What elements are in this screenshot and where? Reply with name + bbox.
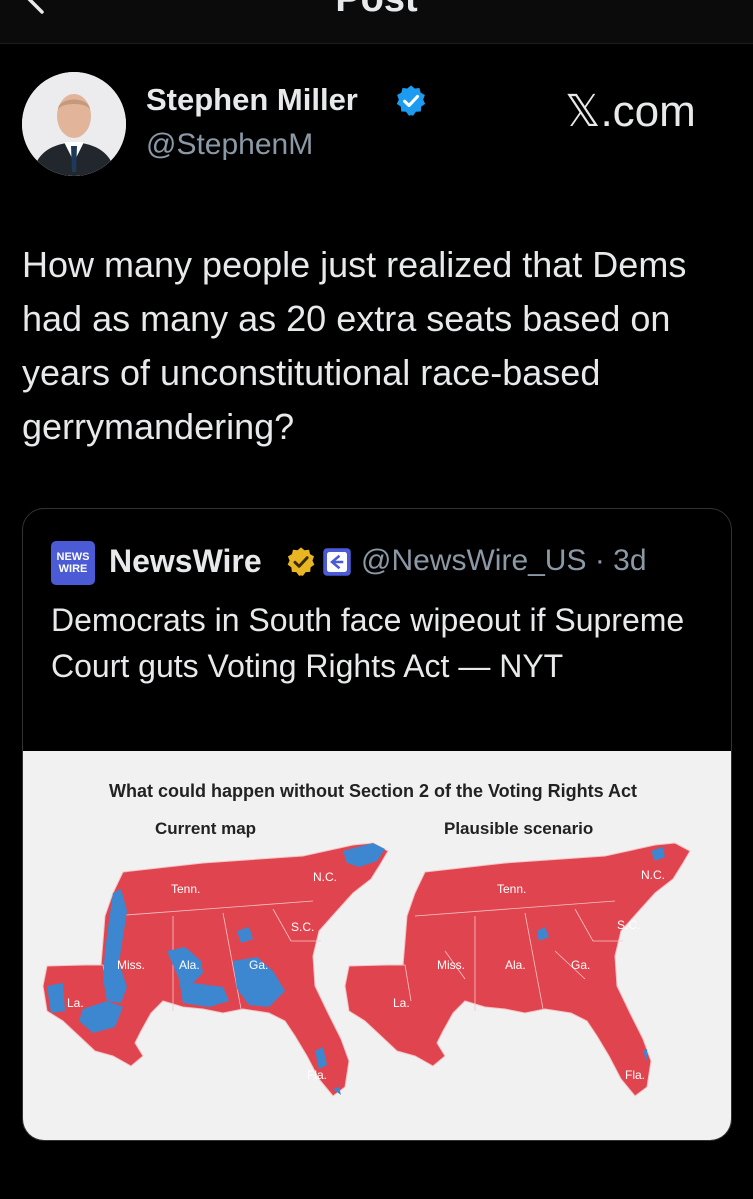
svg-text:Tenn.: Tenn. xyxy=(497,882,526,896)
gold-verified-badge-icon xyxy=(287,547,315,576)
svg-text:La.: La. xyxy=(393,996,410,1010)
svg-text:Ala.: Ala. xyxy=(179,958,200,972)
svg-text:Fla.: Fla. xyxy=(625,1068,645,1082)
svg-text:Ala.: Ala. xyxy=(505,958,526,972)
svg-text:S.C.: S.C. xyxy=(617,918,640,932)
page-title: Post xyxy=(0,0,753,21)
top-bar: Post xyxy=(0,0,753,44)
svg-text:S.C.: S.C. xyxy=(291,920,314,934)
avatar[interactable] xyxy=(22,72,126,176)
svg-text:Ga.: Ga. xyxy=(571,958,590,972)
post-text: How many people just realized that Dems … xyxy=(22,244,687,447)
quoted-post-text: Democrats in South face wipeout if Supre… xyxy=(51,602,685,684)
author-name[interactable]: Stephen Miller xyxy=(146,82,358,118)
affiliate-badge-icon xyxy=(323,548,351,576)
author-handle[interactable]: @StephenM xyxy=(146,128,313,162)
svg-text:Ga.: Ga. xyxy=(249,958,268,972)
map-image[interactable]: What could happen without Section 2 of t… xyxy=(23,751,731,1140)
svg-text:Fla.: Fla. xyxy=(307,1068,327,1082)
quoted-author-name[interactable]: NewsWire xyxy=(109,543,262,580)
scenario-map: Tenn. N.C. S.C. Miss. Ala. Ga. La. Fla. xyxy=(344,842,691,1097)
verified-badge-icon xyxy=(396,85,426,116)
site-watermark: 𝕏.com xyxy=(565,87,696,136)
quoted-handle-and-time[interactable]: @NewsWire_US · 3d xyxy=(361,544,647,578)
current-map: Tenn. N.C. S.C. Miss. Ala. Ga. La. Fla. xyxy=(42,842,389,1097)
map-graphic: Tenn. N.C. S.C. Miss. Ala. Ga. La. Fla. xyxy=(42,842,691,1097)
svg-text:N.C.: N.C. xyxy=(313,870,337,884)
svg-text:Miss.: Miss. xyxy=(117,958,145,972)
quoted-post-card[interactable]: NEWS WIRE NewsWire @NewsWire_US · 3d Demo… xyxy=(22,508,732,1141)
svg-text:La.: La. xyxy=(67,996,84,1010)
svg-text:Tenn.: Tenn. xyxy=(171,882,200,896)
newswire-logo: NEWS WIRE xyxy=(51,541,95,585)
svg-text:Miss.: Miss. xyxy=(437,958,465,972)
svg-text:N.C.: N.C. xyxy=(641,868,665,882)
